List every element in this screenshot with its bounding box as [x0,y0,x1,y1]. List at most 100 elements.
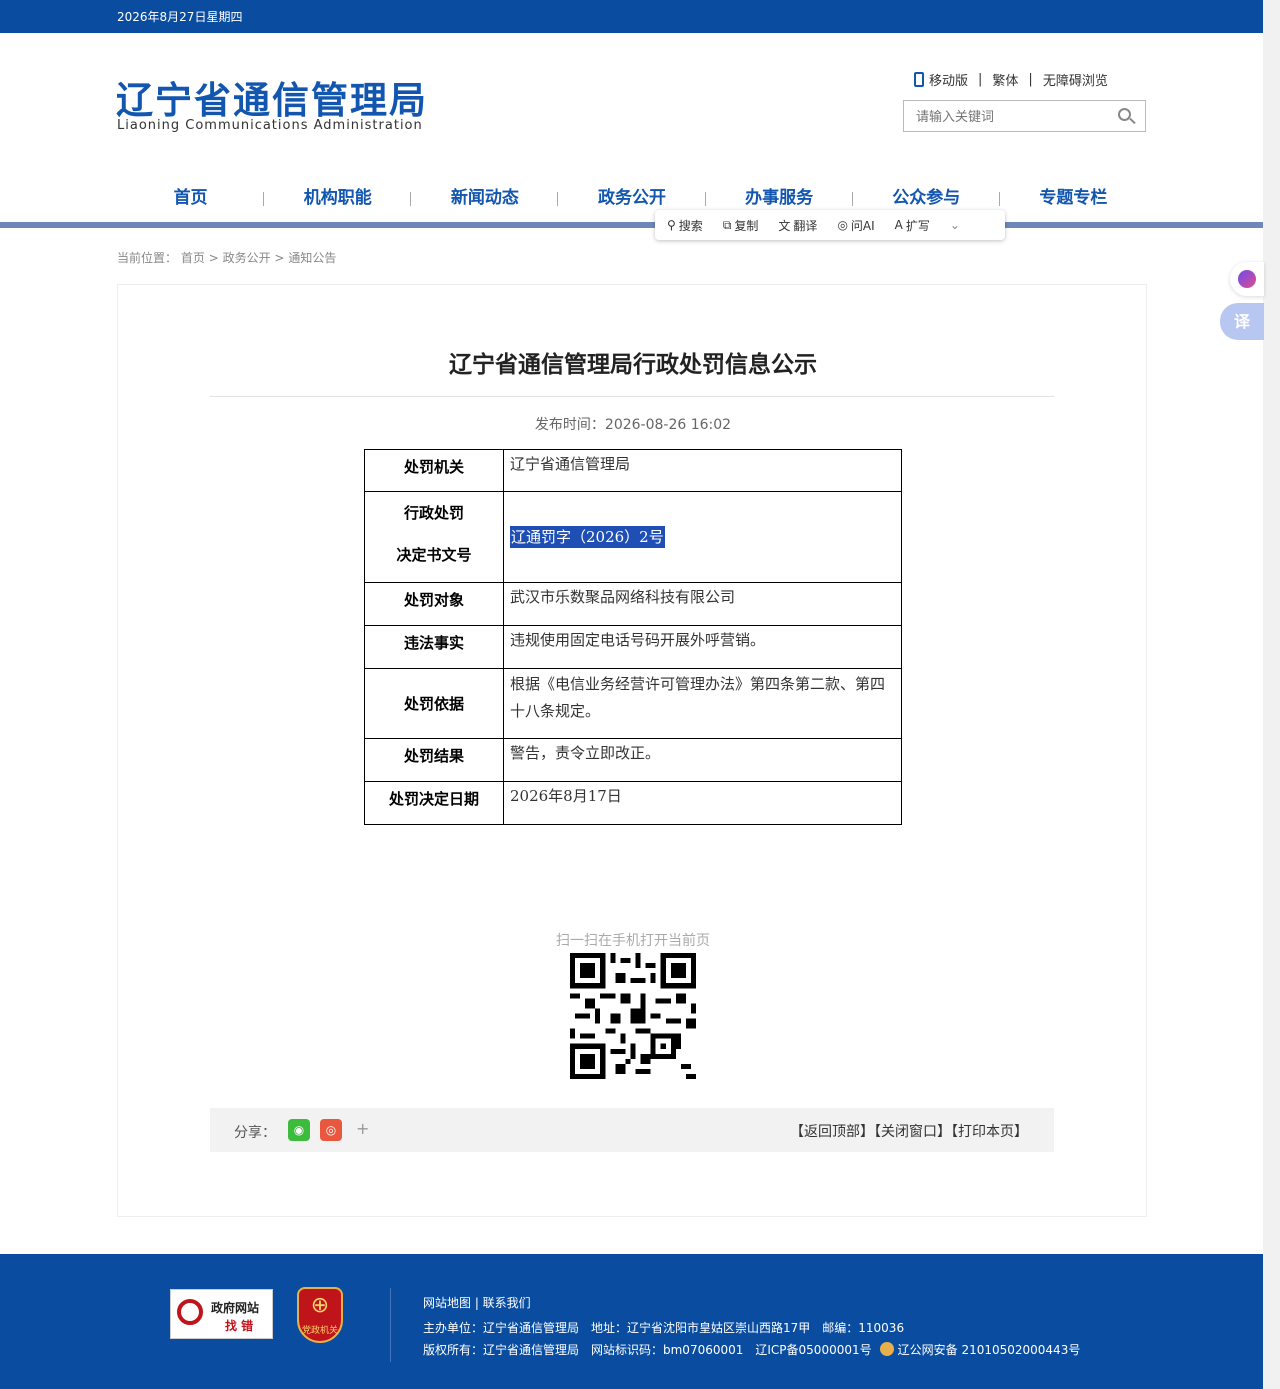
row-key: 处罚对象 [364,582,504,626]
badge-text: 党政机关 [301,1326,338,1336]
translate-icon: 文 [778,218,791,233]
penalty-info-table: 处罚机关 辽宁省通信管理局 行政处罚 决定书文号 辽通罚字（2026）2号 处罚… [364,449,902,825]
row-key-line1: 行政处罚 [403,504,464,522]
accessibility-link[interactable]: 无障碍浏览 [1043,70,1108,89]
popbar-copy-button[interactable]: ⧉ 复制 [723,217,759,234]
row-value: 警告，责令立即改正。 [503,738,902,782]
row-key: 处罚依据 [364,668,504,739]
gov-site-error-report-badge[interactable]: 政府网站 找 错 [170,1289,273,1339]
row-key: 违法事实 [364,625,504,669]
row-key: 处罚机关 [364,449,504,492]
nav-underline [0,222,1263,228]
popbar-label: 复制 [734,218,759,233]
breadcrumb-label: 当前位置： [117,251,178,265]
table-row: 处罚决定日期 2026年8月17日 [364,781,902,825]
party-gov-badge[interactable]: ⊕ 党政机关 [297,1287,343,1343]
badge-text: 政府网站 [211,1301,260,1315]
footer-copyright-info: 版权所有：辽宁省通信管理局 网站标识码：bm07060001 辽ICP备0500… [423,1341,1080,1358]
ai-assistant-icon [1238,270,1256,288]
footer-sponsor-info: 主办单位：辽宁省通信管理局 地址：辽宁省沈阳市皇姑区崇山西路17甲 邮编：110… [423,1321,905,1335]
tool-separator: | [1028,72,1033,87]
popbar-label: 搜索 [678,218,703,233]
table-row: 处罚依据 根据《电信业务经营许可管理办法》第四条第二款、第四十八条规定。 [364,668,902,739]
site-logo-title[interactable]: 辽宁省通信管理局 [116,70,428,124]
chevron-down-icon[interactable]: ⌄ [950,218,960,232]
popbar-label: 扩写 [905,218,930,233]
breadcrumb-gov-affairs[interactable]: 政务公开 [223,251,271,265]
more-share-icon[interactable]: + [356,1119,369,1138]
popbar-expand-write-button[interactable]: A 扩写 [895,217,930,234]
qr-caption: 扫一扫在手机打开当前页 [556,933,710,949]
wechat-icon[interactable]: ◉ [288,1119,310,1141]
highlighted-document-number[interactable]: 辽通罚字（2026）2号 [510,525,665,548]
search-icon[interactable] [1118,108,1131,121]
row-value: 辽宁省通信管理局 [503,449,902,492]
popbar-search-button[interactable]: ⚲ 搜索 [667,217,703,234]
tool-separator: | [978,72,983,87]
footer: 政府网站 找 错 ⊕ 党政机关 网站地图 | 联系我们 主办单位：辽宁省通信管理… [0,1254,1263,1389]
publish-time-label: 发布时间： [534,417,605,433]
table-row: 处罚机关 辽宁省通信管理局 [364,449,902,492]
top-bar: 2026年8月27日星期四 [0,0,1263,33]
mobile-icon [914,72,924,87]
row-key: 处罚决定日期 [364,781,504,825]
row-value: 违规使用固定电话号码开展外呼营销。 [503,625,902,669]
article-title: 辽宁省通信管理局行政处罚信息公示 [449,352,817,378]
copy-icon: ⧉ [722,217,732,232]
current-date: 2026年8月27日星期四 [117,10,243,24]
breadcrumb-notices[interactable]: 通知公告 [288,251,336,265]
breadcrumb-home[interactable]: 首页 [181,251,205,265]
share-label: 分享： [234,1125,276,1141]
article-card: 辽宁省通信管理局行政处罚信息公示 发布时间：2026-08-26 16:02 处… [117,284,1147,1217]
row-key: 行政处罚 决定书文号 [364,491,504,583]
row-value: 2026年8月17日 [503,781,902,825]
popbar-ask-ai-button[interactable]: ◎ 问AI [837,217,874,234]
table-row: 行政处罚 决定书文号 辽通罚字（2026）2号 [364,491,902,583]
page: 2026年8月27日星期四 辽宁省通信管理局 Liaoning Communic… [0,0,1264,1389]
popbar-label: 翻译 [793,218,818,233]
popbar-translate-button[interactable]: 文翻译 [778,217,817,234]
site-logo-subtitle: Liaoning Communications Administration [117,118,423,133]
search-input[interactable] [914,107,1108,127]
police-badge-icon [879,1342,894,1356]
nav-special-topics[interactable]: 专题专栏 [1000,180,1147,220]
footer-divider [390,1288,391,1362]
breadcrumb-sep: > [274,251,285,265]
share-bar: 分享： ◉ ◎ + 【返回顶部】【关闭窗口】【打印本页】 [210,1108,1054,1152]
header-tools: 移动版 | 繁体 | 无障碍浏览 [914,70,1108,89]
copyright-text: 版权所有：辽宁省通信管理局 网站标识码：bm07060001 辽ICP备0500… [423,1343,872,1357]
weibo-icon[interactable]: ◎ [320,1119,342,1141]
translate-float-button[interactable]: 译 [1220,303,1264,340]
breadcrumb-sep: > [208,251,219,265]
table-row: 违法事实 违规使用固定电话号码开展外呼营销。 [364,625,902,669]
ai-assistant-float-button[interactable] [1230,262,1264,296]
breadcrumb: 当前位置： 首页 > 政务公开 > 通知公告 [117,249,336,266]
publish-time: 发布时间：2026-08-26 16:02 [118,414,1148,434]
page-actions[interactable]: 【返回顶部】【关闭窗口】【打印本页】 [790,1121,1028,1141]
nav-functions[interactable]: 机构职能 [264,180,412,220]
title-divider [210,396,1054,397]
ai-icon: ◎ [837,218,848,232]
nav-news[interactable]: 新闻动态 [411,180,559,220]
selection-toolbar: ⚲ 搜索 ⧉ 复制 文翻译 ◎ 问AI A 扩写 ⌄ [655,210,1005,240]
row-value: 武汉市乐数聚品网络科技有限公司 [503,582,902,626]
row-value: 辽通罚字（2026）2号 [503,491,902,583]
row-key: 处罚结果 [364,738,504,782]
police-record-link[interactable]: 辽公网安备 21010502000443号 [898,1343,1081,1357]
mobile-version-link[interactable]: 移动版 [929,70,968,89]
table-row: 处罚对象 武汉市乐数聚品网络科技有限公司 [364,582,902,626]
write-icon: A [894,218,903,232]
search-icon: ⚲ [667,218,676,232]
row-key-line2: 决定书文号 [396,546,472,564]
row-value: 根据《电信业务经营许可管理办法》第四条第二款、第四十八条规定。 [503,668,902,739]
magnifier-icon [177,1299,203,1325]
table-row: 处罚结果 警告，责令立即改正。 [364,738,902,782]
traditional-chinese-link[interactable]: 繁体 [992,70,1018,89]
badge-text: 找 错 [225,1319,254,1333]
nav-home[interactable]: 首页 [117,180,265,220]
publish-time-value: 2026-08-26 16:02 [604,417,732,433]
footer-links[interactable]: 网站地图 | 联系我们 [423,1294,531,1311]
scrollbar[interactable] [1263,0,1280,1389]
emblem-icon: ⊕ [310,1293,330,1318]
popbar-label: 问AI [850,218,875,233]
